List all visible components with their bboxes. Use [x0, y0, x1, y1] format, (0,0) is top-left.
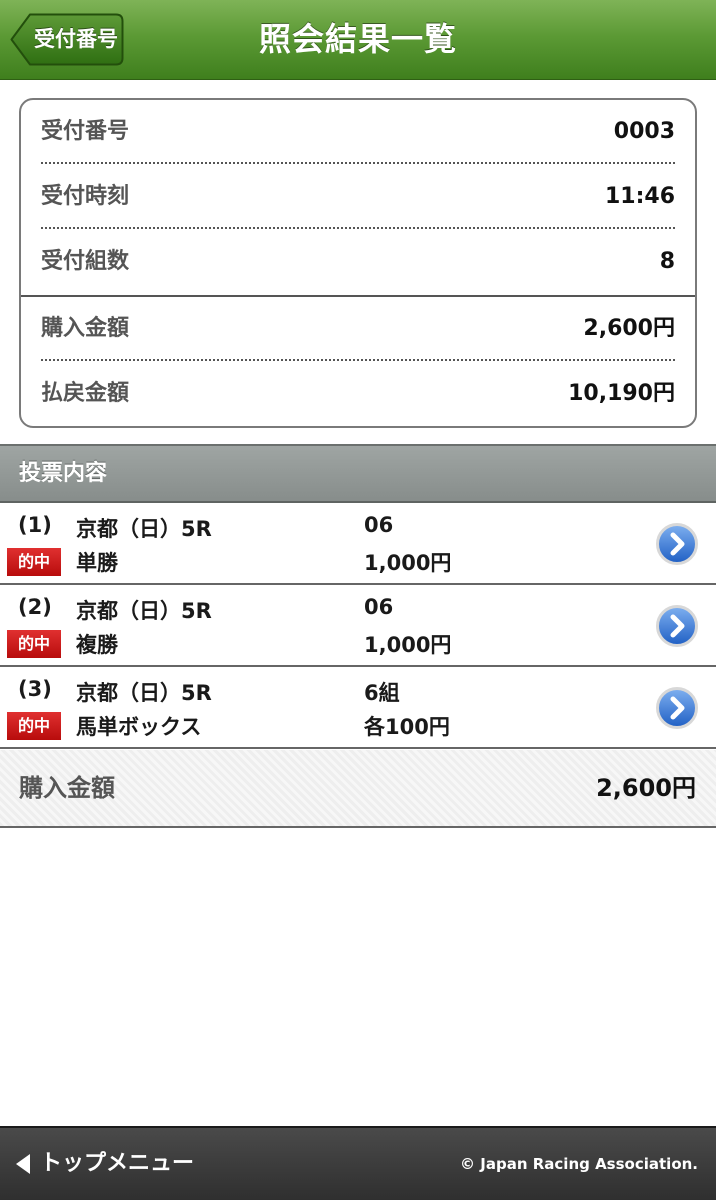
summary-label: 受付時刻 [41, 184, 130, 209]
bet-amount: 各100円 [364, 715, 450, 739]
bet-selection: 06 [364, 513, 394, 537]
bet-number: (2) [18, 595, 52, 619]
bet-selection: 06 [364, 595, 394, 619]
hit-badge: 的中 [7, 712, 61, 740]
total-label: 購入金額 [19, 774, 115, 802]
bet-row[interactable]: (3) 京都（日）5R 6組 的中 馬単ボックス 各100円 [0, 667, 716, 749]
hit-badge: 的中 [7, 548, 61, 576]
summary-value: 10,190円 [568, 381, 675, 406]
bet-row[interactable]: (1) 京都（日）5R 06 的中 単勝 1,000円 [0, 503, 716, 585]
top-menu-link[interactable]: トップメニュー [16, 1128, 236, 1200]
summary-row-purchase-amount: 購入金額 2,600円 [41, 297, 675, 361]
triangle-left-icon [16, 1154, 30, 1174]
total-bar: 購入金額 2,600円 [0, 750, 716, 828]
bet-selection: 6組 [364, 681, 400, 705]
chevron-right-circle-icon[interactable] [656, 605, 698, 647]
back-button[interactable]: 受付番号 [10, 13, 124, 66]
summary-label: 受付番号 [41, 119, 130, 144]
summary-row-receipt-count: 受付組数 8 [41, 230, 675, 294]
summary-row-receipt-number: 受付番号 0003 [41, 100, 675, 164]
summary-label: 購入金額 [41, 316, 130, 341]
footer-bar: トップメニュー © Japan Racing Association. [0, 1126, 716, 1200]
summary-row-receipt-time: 受付時刻 11:46 [41, 165, 675, 229]
bet-race: 京都（日）5R [76, 517, 212, 541]
bet-type: 単勝 [76, 551, 118, 575]
bet-amount: 1,000円 [364, 551, 452, 575]
bet-number: (1) [18, 513, 52, 537]
hit-badge: 的中 [7, 630, 61, 658]
summary-label: 受付組数 [41, 249, 130, 274]
summary-card: 受付番号 0003 受付時刻 11:46 受付組数 8 購入金額 2,600円 … [19, 98, 697, 428]
summary-value: 8 [659, 249, 675, 274]
bet-type: 複勝 [76, 633, 118, 657]
bet-amount: 1,000円 [364, 633, 452, 657]
bet-row[interactable]: (2) 京都（日）5R 06 的中 複勝 1,000円 [0, 585, 716, 667]
bet-race: 京都（日）5R [76, 599, 212, 623]
bet-type: 馬単ボックス [76, 715, 202, 739]
bet-number: (3) [18, 677, 52, 701]
section-title: 投票内容 [19, 461, 108, 486]
chevron-right-circle-icon[interactable] [656, 687, 698, 729]
top-menu-label: トップメニュー [40, 1151, 195, 1176]
copyright-text: © Japan Racing Association. [460, 1155, 698, 1173]
chevron-right-circle-icon[interactable] [656, 523, 698, 565]
summary-value: 2,600円 [583, 316, 675, 341]
back-button-label: 受付番号 [34, 27, 118, 51]
summary-value: 0003 [613, 119, 675, 144]
summary-value: 11:46 [604, 184, 675, 209]
bet-race: 京都（日）5R [76, 681, 212, 705]
section-header: 投票内容 [0, 444, 716, 503]
header-bar: 受付番号 照会結果一覧 [0, 0, 716, 80]
total-value: 2,600円 [596, 774, 696, 802]
summary-row-payout-amount: 払戻金額 10,190円 [41, 362, 675, 426]
summary-label: 払戻金額 [41, 381, 130, 406]
page-title: 照会結果一覧 [258, 20, 457, 58]
